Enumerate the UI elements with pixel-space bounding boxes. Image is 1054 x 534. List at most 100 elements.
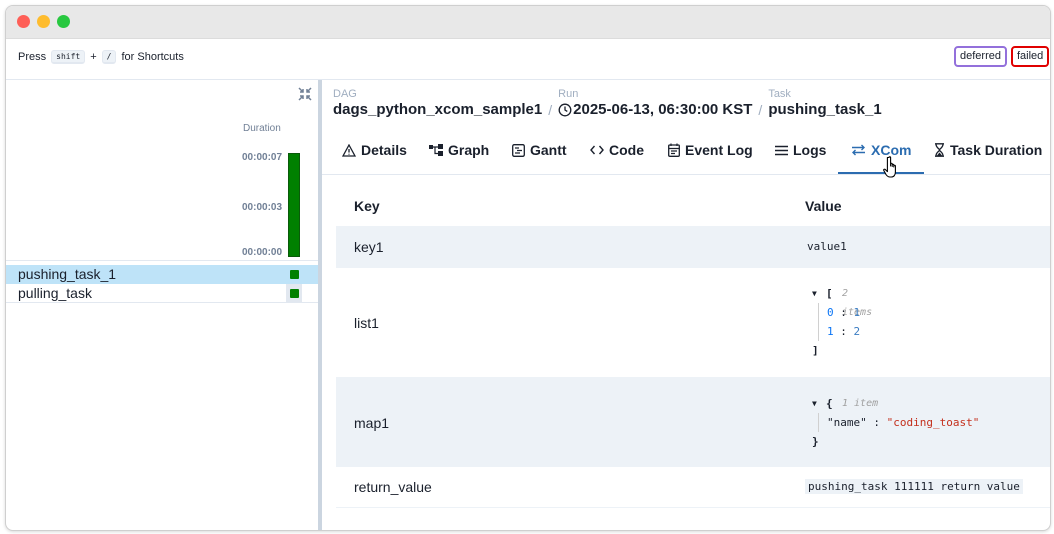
json-index: 0: [827, 306, 834, 319]
json-entry: 1 : 2: [812, 322, 860, 341]
json-separator: :: [840, 325, 847, 338]
tab-logs-label[interactable]: Logs: [793, 142, 826, 158]
task-name[interactable]: pulling_task: [18, 284, 92, 303]
shortcut-plus: +: [90, 51, 97, 63]
duration-tick-mid: 00:00:03: [242, 202, 283, 213]
duration-tick-min: 00:00:00: [242, 247, 283, 258]
xcom-key: key1: [354, 239, 384, 255]
breadcrumb: DAG dags_python_xcom_sample1 / Run 2025-…: [333, 88, 882, 122]
dag-run-duration-bar[interactable]: [288, 153, 300, 257]
close-window-button[interactable]: [17, 15, 30, 28]
xcom-key: list1: [354, 315, 379, 331]
json-item-count: 1 item: [842, 398, 879, 409]
top-status-bar: Press shift + / for Shortcuts deferred f…: [6, 39, 1050, 80]
collapse-triangle-icon[interactable]: ▼: [812, 394, 817, 413]
xcom-value: value1: [807, 240, 847, 253]
breadcrumb-run[interactable]: Run 2025-06-13, 06:30:00 KST: [558, 88, 752, 119]
graph-icon: [429, 144, 443, 156]
table-row: return_value pushing_task 111111 return …: [336, 467, 1050, 508]
shortcut-key-slash: /: [101, 50, 117, 64]
json-number-value: 2: [853, 325, 861, 338]
tab-event-log[interactable]: Event Log: [668, 128, 753, 172]
json-indent-guide: [818, 413, 819, 432]
breadcrumb-task-label: Task: [768, 88, 791, 100]
deferred-status-badge[interactable]: deferred: [954, 46, 1007, 67]
tab-event-log-label[interactable]: Event Log: [685, 142, 753, 158]
tab-code-label[interactable]: Code: [609, 142, 644, 158]
json-close-brace: }: [812, 435, 819, 448]
clock-icon: [558, 103, 572, 117]
breadcrumb-run-label: Run: [558, 88, 579, 100]
task-tabs: Details Graph Gantt Code Event Log Logs: [322, 128, 1050, 175]
duration-tick-max: 00:00:07: [242, 152, 283, 163]
calendar-icon: [668, 143, 680, 157]
breadcrumb-task-value[interactable]: pushing_task_1: [768, 101, 881, 119]
failed-status-badge[interactable]: failed: [1011, 46, 1050, 67]
details-panel: DAG dags_python_xcom_sample1 / Run 2025-…: [322, 80, 1050, 530]
warning-triangle-icon: [342, 143, 356, 157]
json-viewer: ▼ [ 2 items 0 : 1 1 : 2 ]: [812, 284, 872, 360]
tab-code[interactable]: Code: [590, 128, 644, 172]
breadcrumb-run-value[interactable]: 2025-06-13, 06:30:00 KST: [573, 101, 752, 119]
xcom-key: return_value: [354, 479, 432, 495]
grid-row-divider: [6, 302, 318, 303]
breadcrumb-dag[interactable]: DAG dags_python_xcom_sample1: [333, 88, 542, 119]
tab-details-label[interactable]: Details: [361, 142, 407, 158]
json-open-bracket: [: [826, 287, 833, 300]
collapse-icon[interactable]: [297, 86, 313, 102]
task-status-square[interactable]: [290, 289, 299, 298]
json-separator: :: [873, 416, 880, 429]
json-index: 1: [827, 325, 834, 338]
collapse-triangle-icon[interactable]: ▼: [812, 284, 817, 303]
tab-gantt-label[interactable]: Gantt: [530, 142, 567, 158]
task-row-pushing-task-1[interactable]: pushing_task_1: [6, 265, 318, 284]
breadcrumb-separator: /: [758, 102, 763, 118]
json-separator: :: [840, 306, 847, 319]
task-instance-cell[interactable]: [286, 284, 302, 303]
table-row: list1 ▼ [ 2 items 0 : 1 1 : 2]: [336, 268, 1050, 378]
task-row-pulling-task[interactable]: pulling_task: [6, 284, 318, 303]
json-string-value: "coding_toast": [886, 416, 980, 429]
json-viewer: ▼ { 1 item "name" : "coding_toast" }: [812, 394, 979, 451]
gantt-icon: [512, 143, 525, 157]
json-entry: "name" : "coding_toast": [812, 413, 979, 432]
shortcut-hint: Press shift + / for Shortcuts: [18, 50, 184, 64]
task-instance-cell[interactable]: [286, 265, 302, 284]
task-name[interactable]: pushing_task_1: [18, 265, 116, 284]
minimize-window-button[interactable]: [37, 15, 50, 28]
xcom-header-key: Key: [354, 198, 380, 214]
tab-graph-label[interactable]: Graph: [448, 142, 489, 158]
breadcrumb-dag-value[interactable]: dags_python_xcom_sample1: [333, 101, 542, 119]
arrows-exchange-icon: [852, 144, 865, 156]
tab-details[interactable]: Details: [342, 128, 407, 172]
breadcrumb-separator: /: [548, 102, 553, 118]
shortcut-press-text: Press: [18, 51, 47, 63]
breadcrumb-task[interactable]: Task pushing_task_1: [768, 88, 881, 119]
shortcut-key-shift: shift: [51, 50, 86, 64]
json-open-brace: {: [826, 397, 833, 410]
task-status-square[interactable]: [290, 270, 299, 279]
json-key: "name": [827, 416, 867, 429]
tab-task-duration-label[interactable]: Task Duration: [950, 142, 1042, 158]
xcom-header-value: Value: [805, 198, 842, 214]
tab-logs[interactable]: Logs: [775, 128, 826, 172]
duration-axis-title: Duration: [243, 123, 281, 134]
grid-panel: Duration 00:00:07 00:00:03 00:00:00 push…: [6, 80, 318, 530]
json-number-value: 1: [853, 306, 861, 319]
maximize-window-button[interactable]: [57, 15, 70, 28]
json-close-bracket: ]: [812, 344, 819, 357]
breadcrumb-dag-label: DAG: [333, 88, 357, 100]
xcom-key: map1: [354, 415, 390, 431]
breadcrumb-run-value-wrap[interactable]: 2025-06-13, 06:30:00 KST: [558, 101, 752, 119]
xcom-value: pushing_task 111111 return value: [805, 479, 1023, 494]
hand-pointer-cursor-icon: [883, 156, 896, 178]
tab-graph[interactable]: Graph: [429, 128, 489, 172]
tab-gantt[interactable]: Gantt: [512, 128, 567, 172]
shortcut-suffix-text: for Shortcuts: [121, 51, 184, 63]
window-titlebar: [6, 6, 1050, 39]
tab-task-duration[interactable]: Task Duration: [934, 128, 1042, 172]
table-row: key1 value1: [336, 226, 1050, 268]
hourglass-icon: [935, 143, 944, 157]
table-row: map1 ▼ { 1 item "name" : "coding_toast" …: [336, 378, 1050, 467]
app-window: Press shift + / for Shortcuts deferred f…: [5, 5, 1051, 531]
